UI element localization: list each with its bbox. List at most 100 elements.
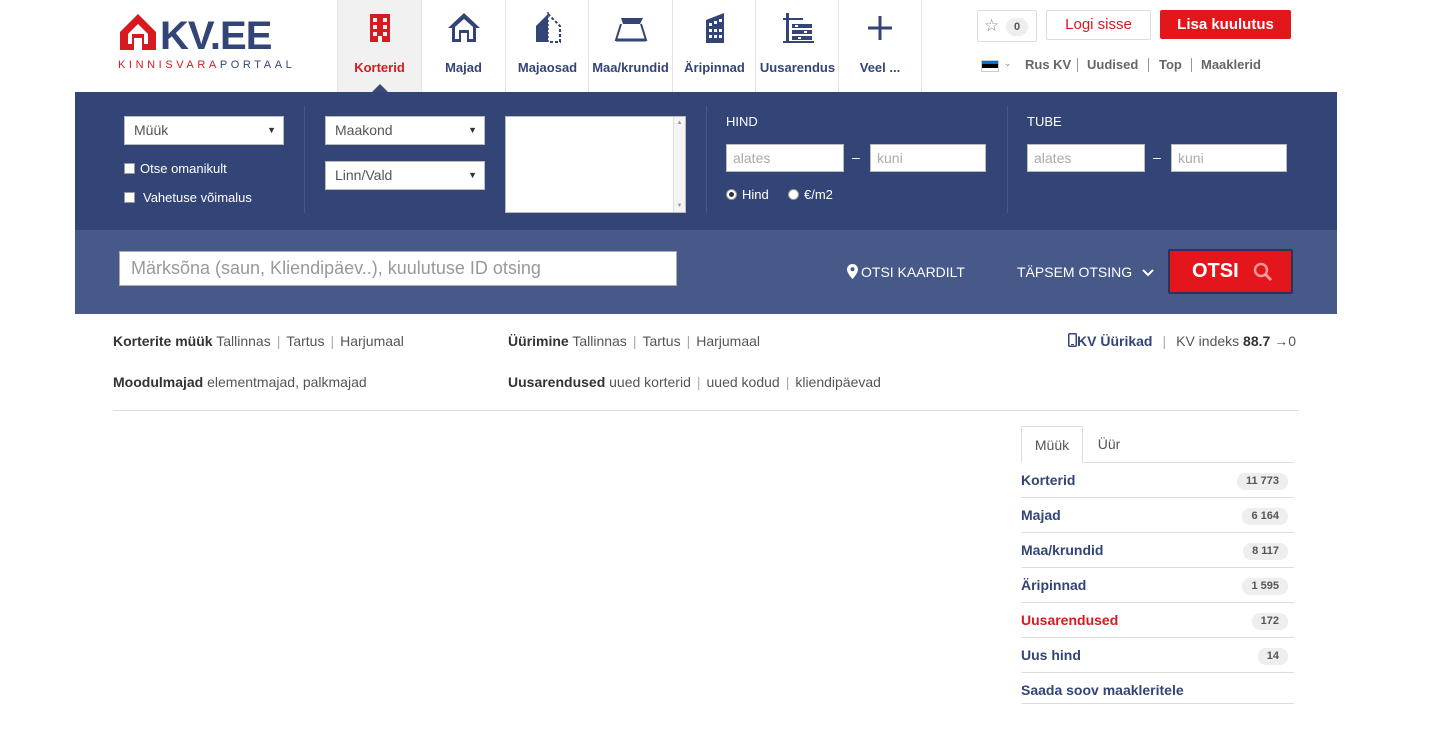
nav-label: Uusarendus <box>759 60 836 75</box>
link-rus-kv[interactable]: Rus KV <box>1025 57 1071 72</box>
search-icon <box>1253 262 1273 282</box>
link-client-days[interactable]: kliendipäevad <box>795 374 881 390</box>
nav-korterid[interactable]: Korterid <box>337 0 421 92</box>
tab-sale[interactable]: Müük <box>1021 426 1083 463</box>
rooms-to-input[interactable]: kuni <box>1171 144 1287 172</box>
stats-row-maa-krundid[interactable]: Maa/krundid 8 117 <box>1021 533 1294 568</box>
divider <box>1077 58 1078 72</box>
price-heading: HIND <box>726 114 758 129</box>
kv-renters-link[interactable]: KV Üürikad <box>1077 333 1152 349</box>
nav-label: Äripinnad <box>684 60 745 75</box>
range-dash: – <box>1153 149 1161 165</box>
price-to-input[interactable]: kuni <box>870 144 986 172</box>
map-search-link[interactable]: OTSI KAARDILT <box>847 264 965 280</box>
count-badge: 6 164 <box>1242 508 1288 525</box>
link-new-homes[interactable]: uued kodud <box>707 374 780 390</box>
dropdown-arrow-icon: ▼ <box>468 125 477 135</box>
rooms-heading: TUBE <box>1027 114 1062 129</box>
plus-icon <box>868 16 892 40</box>
rooms-from-input[interactable]: alates <box>1027 144 1145 172</box>
nav-majad[interactable]: Majad <box>421 0 505 92</box>
exchange-checkbox[interactable]: Vahetuse võimalus <box>124 190 252 205</box>
stats-row-uusarendused[interactable]: Uusarendused 172 <box>1021 603 1294 638</box>
nav-aripinnad[interactable]: Äripinnad <box>672 0 756 92</box>
nav-veel[interactable]: Veel ... <box>838 0 922 92</box>
scrollbar[interactable]: ▲ ▼ <box>673 117 685 212</box>
star-icon: ☆ <box>984 16 1000 35</box>
house-logo-icon <box>120 14 156 50</box>
link-sale-tallinn[interactable]: Tallinnas <box>216 333 270 349</box>
county-select[interactable]: Maakond ▼ <box>325 116 485 145</box>
kv-index-value: 88.7 <box>1243 333 1271 349</box>
dropdown-arrow-icon: ▼ <box>267 125 276 135</box>
nav-majaosad[interactable]: Majaosad <box>505 0 589 92</box>
link-rent-tallinn[interactable]: Tallinnas <box>572 333 626 349</box>
divider <box>1007 106 1008 213</box>
house-icon <box>447 13 480 42</box>
link-modular-types[interactable]: elementmajad, palkmajad <box>207 374 367 390</box>
link-sale-tartu[interactable]: Tartus <box>286 333 324 349</box>
newdev-quick-links: Uusarendused uued korterid | uued kodud | kl… <box>508 374 881 390</box>
index-links: KV Üürikad | KV indeks 88.7 →0 <box>1068 333 1296 349</box>
price-total-radio[interactable]: Hind <box>726 187 769 202</box>
divider <box>1148 58 1149 72</box>
nav-label: Majad <box>445 60 482 75</box>
logo-text: KV.EE <box>160 14 272 58</box>
search-button[interactable]: OTSI <box>1168 249 1293 294</box>
district-listbox[interactable]: ▲ ▼ <box>505 116 686 213</box>
count-badge: 172 <box>1251 613 1288 630</box>
count-badge: 14 <box>1257 648 1288 665</box>
sale-quick-links: Korterite müük Tallinnas | Tartus | Harjumaa… <box>113 333 404 349</box>
city-select[interactable]: Linn/Vald ▼ <box>325 161 485 190</box>
nav-label: Majaosad <box>517 60 578 75</box>
favorites-button[interactable]: ☆ 0 <box>977 10 1037 42</box>
link-top[interactable]: Top <box>1159 57 1182 72</box>
nav-label: Veel ... <box>859 60 901 75</box>
divider <box>1191 58 1192 72</box>
stats-row-korterid[interactable]: Korterid 11 773 <box>1021 463 1294 498</box>
link-uudised[interactable]: Uudised <box>1087 57 1138 72</box>
land-icon <box>614 18 647 42</box>
link-rent-harjumaa[interactable]: Harjumaal <box>696 333 760 349</box>
link-sale-harjumaa[interactable]: Harjumaal <box>340 333 404 349</box>
count-badge: 1 595 <box>1242 578 1288 595</box>
owner-direct-checkbox[interactable]: Otse omanikult <box>124 161 227 176</box>
login-button[interactable]: Logi sisse <box>1046 10 1151 40</box>
site-logo[interactable]: KV.EE KINNISVARAPORTAAL <box>118 12 293 74</box>
link-new-apartments[interactable]: uued korterid <box>609 374 691 390</box>
logo-tagline: KINNISVARAPORTAAL <box>118 59 296 71</box>
advanced-search-toggle[interactable]: TÄPSEM OTSING <box>1017 264 1154 280</box>
add-listing-button[interactable]: Lisa kuulutus <box>1160 10 1291 39</box>
kv-index-label[interactable]: KV indeks <box>1176 333 1239 349</box>
tab-rent[interactable]: Üür <box>1083 426 1135 463</box>
count-badge: 8 117 <box>1243 543 1288 560</box>
new-development-icon <box>782 13 814 43</box>
deal-type-select[interactable]: Müük ▼ <box>124 116 284 145</box>
range-dash: – <box>852 149 860 165</box>
modular-quick-links: Moodulmajad elementmajad, palkmajad <box>113 374 367 390</box>
mobile-phone-icon <box>1068 333 1077 347</box>
price-from-input[interactable]: alates <box>726 144 844 172</box>
count-badge: 11 773 <box>1236 473 1288 490</box>
price-m2-radio[interactable]: €/m2 <box>788 187 833 202</box>
divider <box>304 106 305 213</box>
stats-row-uus-hind[interactable]: Uus hind 14 <box>1021 638 1294 673</box>
nav-maa-krundid[interactable]: Maa/krundid <box>588 0 672 92</box>
keyword-search-input[interactable]: Märksõna (saun, Kliendipäev..), kuulutus… <box>119 251 677 286</box>
stats-row-aripinnad[interactable]: Äripinnad 1 595 <box>1021 568 1294 603</box>
rent-quick-links: Üürimine Tallinnas | Tartus | Harjumaal <box>508 333 761 349</box>
arrow-right-icon: → <box>1274 333 1289 349</box>
estonian-flag-icon[interactable] <box>981 60 999 72</box>
chevron-down-icon[interactable]: ⌄ <box>1004 58 1012 69</box>
send-request-to-brokers[interactable]: Saada soov maakleritele <box>1021 673 1294 704</box>
nav-label: Korterid <box>354 60 405 75</box>
nav-uusarendus[interactable]: Uusarendus <box>755 0 839 92</box>
stats-tabs: Müük Üür <box>1021 426 1294 463</box>
divider <box>706 106 707 213</box>
nav-label: Maa/krundid <box>592 60 669 75</box>
stats-row-majad[interactable]: Majad 6 164 <box>1021 498 1294 533</box>
chevron-down-icon <box>1142 269 1154 277</box>
link-rent-tartu[interactable]: Tartus <box>642 333 680 349</box>
dropdown-arrow-icon: ▼ <box>468 170 477 180</box>
link-maaklerid[interactable]: Maaklerid <box>1201 57 1261 72</box>
